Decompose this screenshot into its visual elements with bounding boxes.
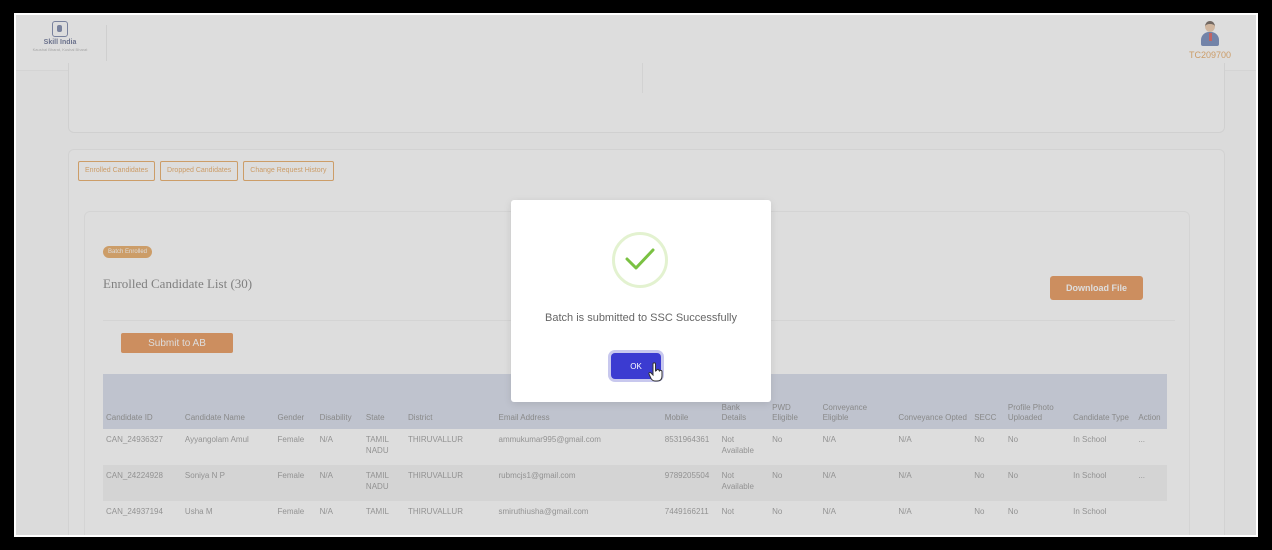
dialog-message: Batch is submitted to SSC Successfully [545, 312, 737, 324]
page: Skill India Kaushal Bharat, Kushal Bhara… [16, 15, 1256, 535]
hand-cursor-icon [648, 362, 664, 387]
screen-frame: Skill India Kaushal Bharat, Kushal Bhara… [14, 13, 1258, 537]
success-check-icon [612, 232, 668, 288]
success-dialog: Batch is submitted to SSC Successfully O… [511, 200, 771, 402]
